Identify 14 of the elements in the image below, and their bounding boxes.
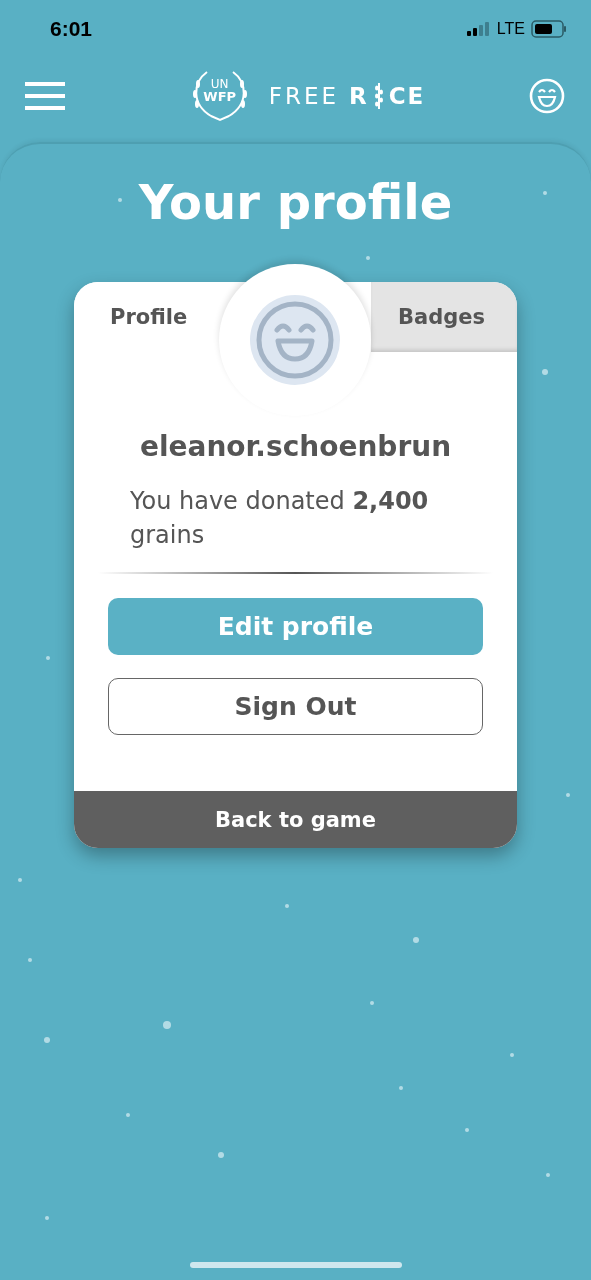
tab[interactable]: Badges: [371, 282, 517, 352]
sign-out-button[interactable]: Sign Out: [108, 678, 483, 736]
logo-text: R: [349, 83, 369, 109]
donation-text: You have donated 2,400 grains: [130, 486, 430, 551]
status-time: 6:01: [50, 17, 93, 41]
tab[interactable]: Profile: [74, 282, 219, 352]
logo-text: WFP: [203, 90, 237, 103]
page-title: Your profile: [138, 174, 453, 230]
logo-text: CE: [388, 83, 426, 109]
logo-text: UN: [210, 78, 229, 90]
network-label: LTE: [496, 20, 525, 38]
username: eleanor.schoenbrun: [139, 430, 452, 463]
logo-text: FREE: [268, 83, 339, 109]
back-to-game-button[interactable]: Back to game: [74, 791, 517, 849]
